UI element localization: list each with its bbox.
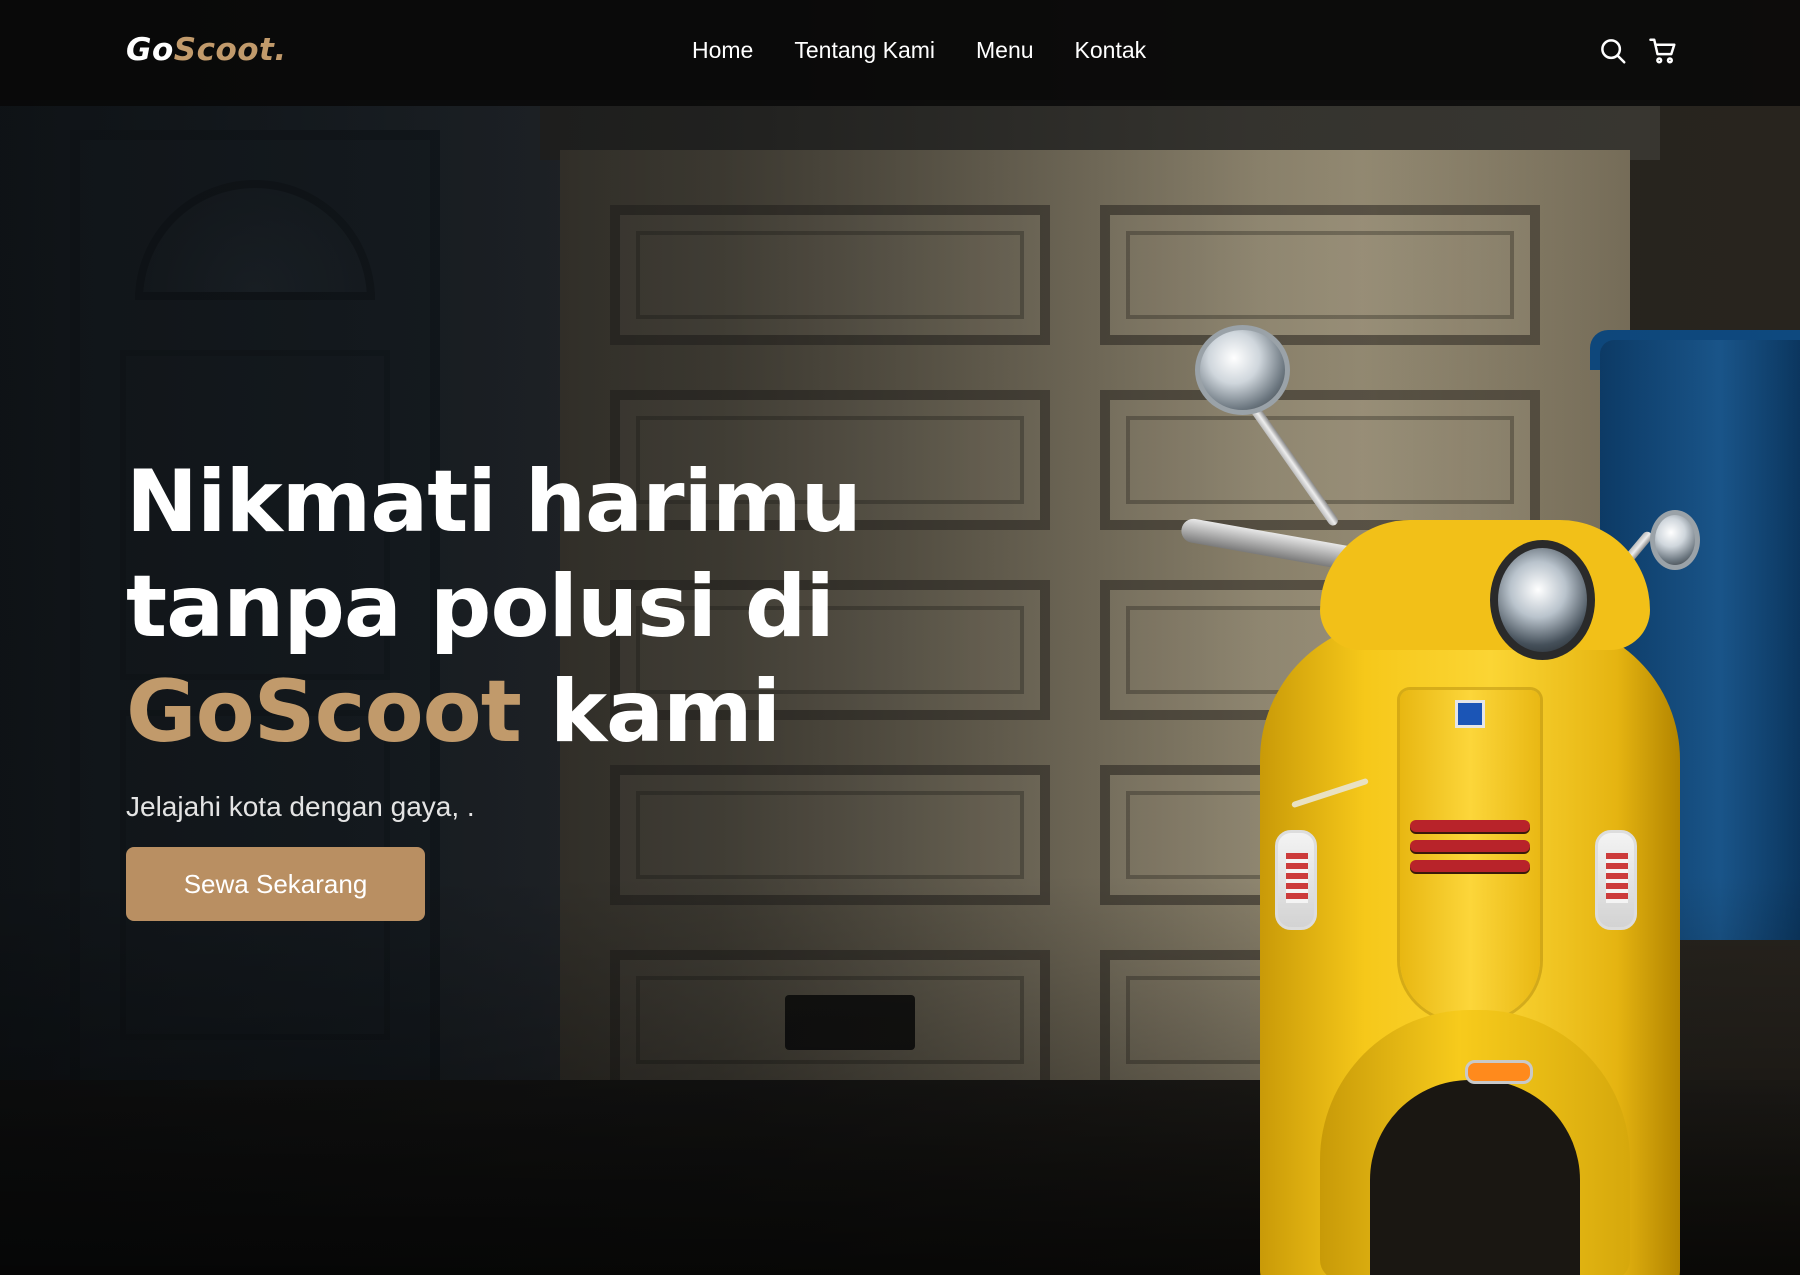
horn-grille (1410, 860, 1530, 872)
nav-link-menu[interactable]: Menu (976, 37, 1034, 64)
nav-link-tentang-kami[interactable]: Tentang Kami (794, 37, 935, 64)
brand-logo[interactable]: GoScoot. (126, 32, 287, 68)
front-wheel-shadow (1370, 1080, 1580, 1275)
horn-grille (1410, 840, 1530, 852)
cart-icon[interactable] (1648, 36, 1678, 66)
scooter-image (1170, 320, 1730, 1275)
hero-section: Nikmati harimu tanpa polusi di GoScoot k… (0, 0, 1800, 1275)
hero-title-end: kami (520, 662, 781, 762)
brand-logo-part2: Scoot. (173, 32, 287, 68)
scooter-shield (1400, 690, 1540, 1020)
scooter-badge (1455, 700, 1485, 728)
fender-light (1465, 1060, 1533, 1084)
mirror (1195, 325, 1290, 415)
rent-now-button[interactable]: Sewa Sekarang (126, 847, 425, 921)
search-icon[interactable] (1598, 36, 1628, 66)
brand-logo-part1: Go (126, 32, 174, 68)
hero-title-accent: GoScoot (126, 662, 522, 762)
horn-grille (1410, 820, 1530, 832)
hero-title-line1: Nikmati harimu (126, 452, 862, 552)
nav-link-kontak[interactable]: Kontak (1075, 37, 1147, 64)
hero-subtitle: Jelajahi kota dengan gaya, . (126, 791, 475, 822)
turn-indicator (1595, 830, 1637, 930)
nav-links: Home Tentang Kami Menu Kontak (692, 37, 1187, 64)
navbar: GoScoot. Home Tentang Kami Menu Kontak (0, 0, 1800, 106)
turn-indicator (1275, 830, 1317, 930)
nav-link-home[interactable]: Home (692, 37, 753, 64)
hero-title: Nikmati harimu tanpa polusi di GoScoot k… (126, 450, 946, 765)
nav-icons (1598, 36, 1698, 66)
mirror (1650, 510, 1700, 570)
hero-title-line2: tanpa polusi di (126, 557, 835, 657)
headlamp (1490, 540, 1595, 660)
scooter-head (1320, 520, 1650, 650)
